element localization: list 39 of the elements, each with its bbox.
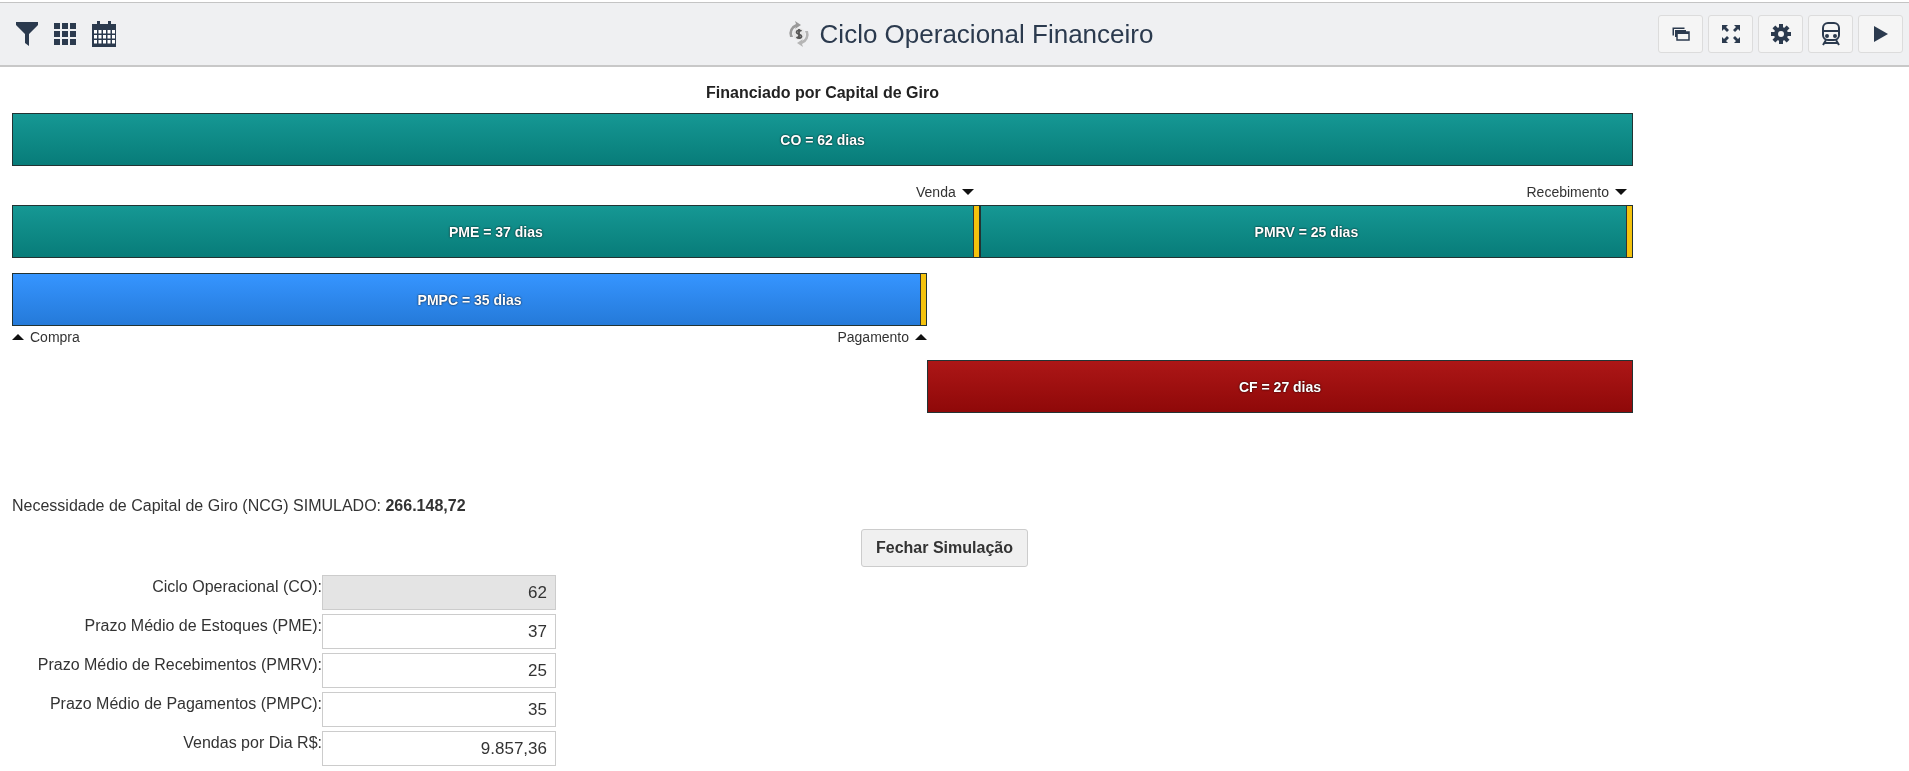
input-field[interactable]: 25 xyxy=(322,653,556,688)
input-field[interactable]: 9.857,36 xyxy=(322,731,556,766)
chart-title: Financiado por Capital de Giro xyxy=(705,84,940,102)
bar-label: PMPC = 35 dias xyxy=(417,291,522,308)
down-triangle-icon xyxy=(961,189,974,195)
down-triangle-icon xyxy=(1615,189,1627,195)
app-title: Ciclo Operacional Financeiro xyxy=(819,18,1154,50)
settings-button[interactable] xyxy=(1758,15,1803,53)
input-field[interactable]: 35 xyxy=(322,692,556,727)
field-label: Prazo Médio de Estoques (PME): xyxy=(83,616,322,635)
train-icon xyxy=(1820,22,1841,46)
field-label: Ciclo Operacional (CO): xyxy=(151,577,322,596)
up-triangle-icon xyxy=(915,334,928,340)
stacked-windows-icon xyxy=(1671,27,1690,41)
marker-label: Venda xyxy=(916,184,956,200)
gear-icon xyxy=(1770,24,1791,44)
marker-label: Pagamento xyxy=(837,329,910,345)
fullscreen-button[interactable] xyxy=(1708,15,1753,53)
play-icon xyxy=(1873,26,1888,42)
train-button[interactable] xyxy=(1808,15,1853,53)
field-label: Prazo Médio de Recebimentos (PMRV): xyxy=(36,655,322,674)
close-simulation-button[interactable]: Fechar Simulação xyxy=(861,529,1028,567)
marker-label: Recebimento xyxy=(1526,184,1609,200)
grid-icon[interactable] xyxy=(54,23,76,45)
play-button[interactable] xyxy=(1858,15,1903,53)
up-triangle-icon xyxy=(12,334,24,340)
field-label: Vendas por Dia R$: xyxy=(182,733,322,752)
bar-label: CF = 27 dias xyxy=(1239,378,1322,395)
calendar-icon[interactable] xyxy=(92,21,116,47)
bar-label: PMRV = 25 dias xyxy=(1254,223,1359,240)
filter-icon[interactable] xyxy=(16,22,38,46)
windows-button[interactable] xyxy=(1658,15,1703,53)
field-label: Prazo Médio de Pagamentos (PMPC): xyxy=(48,694,322,713)
input-field[interactable]: 37 xyxy=(322,614,556,649)
bar-label: CO = 62 dias xyxy=(780,131,865,148)
bar-label: PME = 37 dias xyxy=(448,223,543,240)
marker-label: Compra xyxy=(30,329,80,345)
expand-icon xyxy=(1721,25,1740,43)
ncg-text: Necessidade de Capital de Giro (NCG) SIMULADO: 266.148,72 xyxy=(12,497,467,515)
